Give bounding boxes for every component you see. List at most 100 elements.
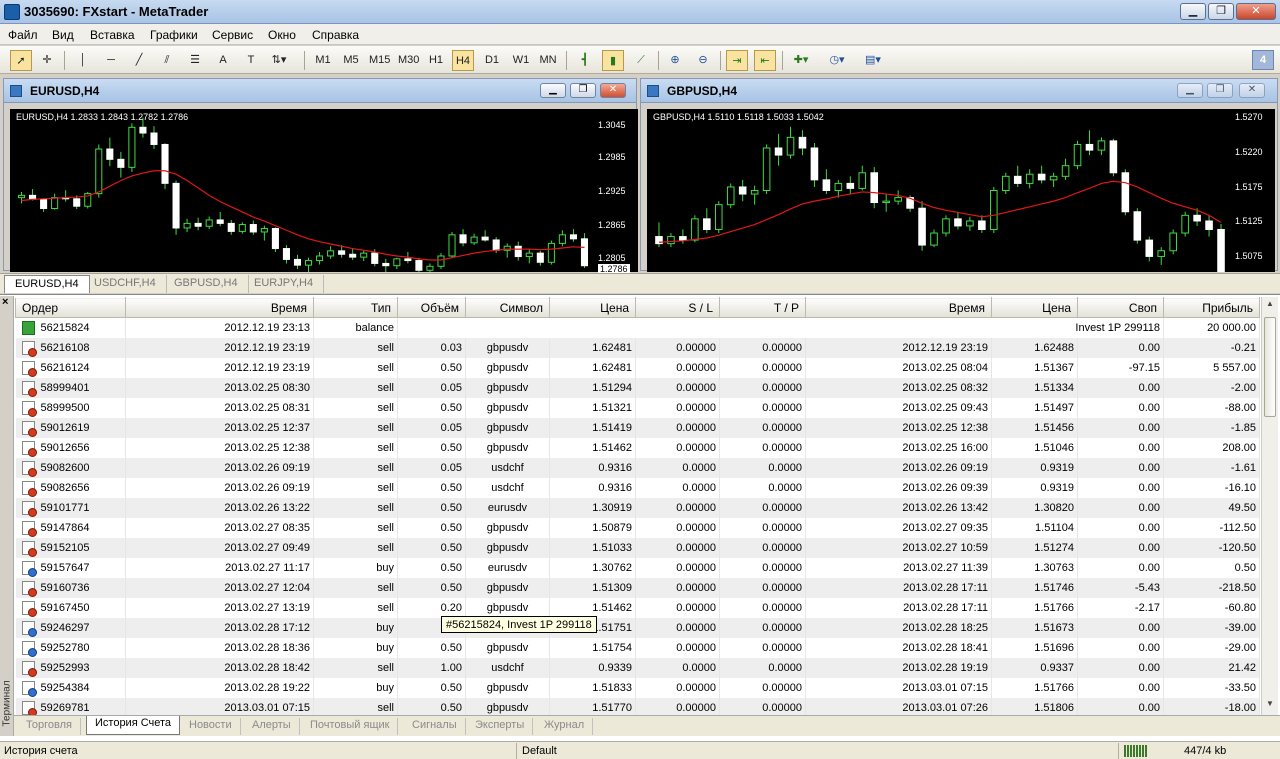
table-row[interactable]: 59252780 2013.02.28 18:36 buy 0.50 gbpusdv 1.… (15, 637, 1260, 658)
timeframe-m30[interactable]: M30 (396, 50, 421, 71)
chart-minimize-button[interactable]: ▁ (1177, 83, 1203, 98)
menu-insert[interactable]: Вставка (90, 28, 135, 42)
chart-restore-button[interactable]: ❐ (570, 83, 596, 98)
table-row[interactable]: 59012656 2013.02.25 12:38 sell 0.50 gbpusdv 1… (15, 437, 1260, 458)
column-header[interactable]: Ордер (15, 297, 126, 318)
chart-shift-icon[interactable]: ⇤ (754, 50, 776, 71)
menu-view[interactable]: Вид (52, 28, 74, 42)
timeframe-m1[interactable]: M1 (312, 50, 334, 71)
close-button[interactable]: ✕ (1236, 3, 1276, 20)
pane-number-badge[interactable]: 4 (1252, 50, 1274, 70)
tab-journal[interactable]: Журнал (536, 718, 594, 735)
text-icon[interactable]: A (212, 50, 234, 71)
vertical-line-icon[interactable]: │ (72, 50, 94, 71)
timeframe-m15[interactable]: M15 (367, 50, 392, 71)
table-row[interactable]: 59152105 2013.02.27 09:49 sell 0.50 gbpusdv 1… (15, 537, 1260, 558)
templates-icon[interactable]: ▤▾ (862, 50, 884, 71)
horizontal-line-icon[interactable]: ─ (100, 50, 122, 71)
menu-help[interactable]: Справка (312, 28, 359, 42)
scrollbar-thumb[interactable] (1264, 317, 1276, 417)
chart-tab-usdchf[interactable]: USDCHF,H4 (84, 275, 167, 293)
timeframe-h4[interactable]: H4 (452, 50, 474, 71)
table-row[interactable]: 59082600 2013.02.26 09:19 sell 0.05 usdchf 0.… (15, 457, 1260, 478)
table-row[interactable]: 59101771 2013.02.26 13:22 sell 0.50 eurusdv 1… (15, 497, 1260, 518)
table-row[interactable]: 59254384 2013.02.28 19:22 buy 0.50 gbpusdv 1.… (15, 677, 1260, 698)
table-row[interactable]: 59167450 2013.02.27 13:19 sell 0.20 gbpusdv 1… (15, 597, 1260, 618)
chart-plot-gbpusd[interactable]: GBPUSD,H4 1.5110 1.5118 1.5033 1.5042 (647, 109, 1231, 272)
cursor-icon[interactable]: ➚ (10, 50, 32, 71)
chart-tab-gbpusd[interactable]: GBPUSD,H4 (164, 275, 249, 293)
tab-mailbox[interactable]: Почтовый ящик (302, 718, 399, 735)
autoscroll-icon[interactable]: ⇥ (726, 50, 748, 71)
terminal-close-button[interactable]: × (2, 296, 8, 308)
zoom-in-icon[interactable]: ⊕ (664, 50, 686, 71)
tab-alerts[interactable]: Алерты (244, 718, 300, 735)
column-header[interactable]: Символ (465, 297, 550, 318)
periods-clock-icon[interactable]: ◷▾ (826, 50, 848, 71)
timeframe-mn[interactable]: MN (537, 50, 559, 71)
table-row[interactable]: 56215824 2012.12.19 23:13 balance Invest 1P… (15, 317, 1260, 338)
chart-window-gbpusd[interactable]: GBPUSD,H4 ▁ ❐ ✕ GBPUSD,H4 1.5110 1.5118 … (640, 78, 1278, 272)
column-header[interactable]: Цена (549, 297, 636, 318)
table-row[interactable]: 59246297 2013.02.28 17:12 buy 1.51751 0.0000… (15, 617, 1260, 638)
equidistant-channel-icon[interactable]: ⫽ (156, 50, 178, 71)
candlestick-icon[interactable]: ▮ (602, 50, 624, 71)
tab-account-history[interactable]: История Счета (86, 716, 181, 735)
column-header[interactable]: S / L (635, 297, 720, 318)
tab-news[interactable]: Новости (181, 718, 241, 735)
tab-trade[interactable]: Торговля (18, 718, 81, 735)
chart-plot-eurusd[interactable]: EURUSD,H4 1.2833 1.2843 1.2782 1.2786 (10, 109, 594, 272)
timeframe-d1[interactable]: D1 (481, 50, 503, 71)
menu-charts[interactable]: Графики (150, 28, 198, 42)
timeframe-w1[interactable]: W1 (510, 50, 532, 71)
table-row[interactable]: 59157647 2013.02.27 11:17 buy 0.50 eurusdv 1.… (15, 557, 1260, 578)
arrows-icon[interactable]: ⇅▾ (268, 50, 290, 71)
column-header[interactable]: Объём (397, 297, 466, 318)
candle-body (762, 147, 771, 191)
chart-minimize-button[interactable]: ▁ (540, 83, 566, 98)
scroll-up-icon[interactable]: ▲ (1264, 299, 1276, 313)
chart-restore-button[interactable]: ❐ (1207, 83, 1233, 98)
table-row[interactable]: 59160736 2013.02.27 12:04 sell 0.50 gbpusdv 1… (15, 577, 1260, 598)
chart-window-eurusd[interactable]: EURUSD,H4 ▁ ❐ ✕ EURUSD,H4 1.2833 1.2843 … (3, 78, 638, 274)
chart-tab-eurjpy[interactable]: EURJPY,H4 (244, 275, 325, 293)
table-row[interactable]: 59252993 2013.02.28 18:42 sell 1.00 usdchf 0.… (15, 657, 1260, 678)
table-row[interactable]: 59082656 2013.02.26 09:19 sell 0.50 usdchf 0.… (15, 477, 1260, 498)
table-row[interactable]: 56216108 2012.12.19 23:19 sell 0.03 gbpusdv 1… (15, 337, 1260, 358)
column-header[interactable]: Время (805, 297, 992, 318)
column-header[interactable]: Своп (1077, 297, 1164, 318)
column-header[interactable]: T / P (719, 297, 806, 318)
zoom-out-icon[interactable]: ⊖ (692, 50, 714, 71)
bar-chart-icon[interactable]: ┫ (574, 50, 596, 71)
fibonacci-icon[interactable]: ☰ (184, 50, 206, 71)
vertical-scrollbar[interactable]: ▲ ▼ (1261, 297, 1278, 715)
menu-file[interactable]: Файл (8, 28, 38, 42)
menu-tools[interactable]: Сервис (212, 28, 253, 42)
table-row[interactable]: 58999500 2013.02.25 08:31 sell 0.50 gbpusdv 1… (15, 397, 1260, 418)
restore-button[interactable]: ❐ (1208, 3, 1234, 20)
table-body: 56215824 2012.12.19 23:13 balance Invest 1P… (15, 317, 1260, 718)
table-row[interactable]: 56216124 2012.12.19 23:19 sell 0.50 gbpusdv 1… (15, 357, 1260, 378)
tab-experts[interactable]: Эксперты (467, 718, 534, 735)
chart-tab-eurusd[interactable]: EURUSD,H4 (4, 275, 90, 293)
timeframe-m5[interactable]: M5 (340, 50, 362, 71)
chart-close-button[interactable]: ✕ (600, 83, 626, 98)
column-header[interactable]: Цена (991, 297, 1078, 318)
table-row[interactable]: 59147864 2013.02.27 08:35 sell 0.50 gbpusdv 1… (15, 517, 1260, 538)
minimize-button[interactable]: ▁ (1180, 3, 1206, 20)
scroll-down-icon[interactable]: ▼ (1264, 699, 1276, 713)
line-chart-icon[interactable]: ⟋ (630, 50, 652, 71)
text-label-icon[interactable]: T (240, 50, 262, 71)
chart-close-button[interactable]: ✕ (1239, 83, 1265, 98)
trendline-icon[interactable]: ╱ (128, 50, 150, 71)
indicators-icon[interactable]: ✚▾ (790, 50, 812, 71)
column-header[interactable]: Прибыль (1163, 297, 1260, 318)
menu-window[interactable]: Окно (268, 28, 296, 42)
timeframe-h1[interactable]: H1 (425, 50, 447, 71)
column-header[interactable]: Время (125, 297, 314, 318)
column-header[interactable]: Тип (313, 297, 398, 318)
table-row[interactable]: 58999401 2013.02.25 08:30 sell 0.05 gbpusdv 1… (15, 377, 1260, 398)
crosshair-icon[interactable]: ✛ (36, 50, 58, 71)
tab-signals[interactable]: Сигналы (404, 718, 466, 735)
table-row[interactable]: 59012619 2013.02.25 12:37 sell 0.05 gbpusdv 1… (15, 417, 1260, 438)
